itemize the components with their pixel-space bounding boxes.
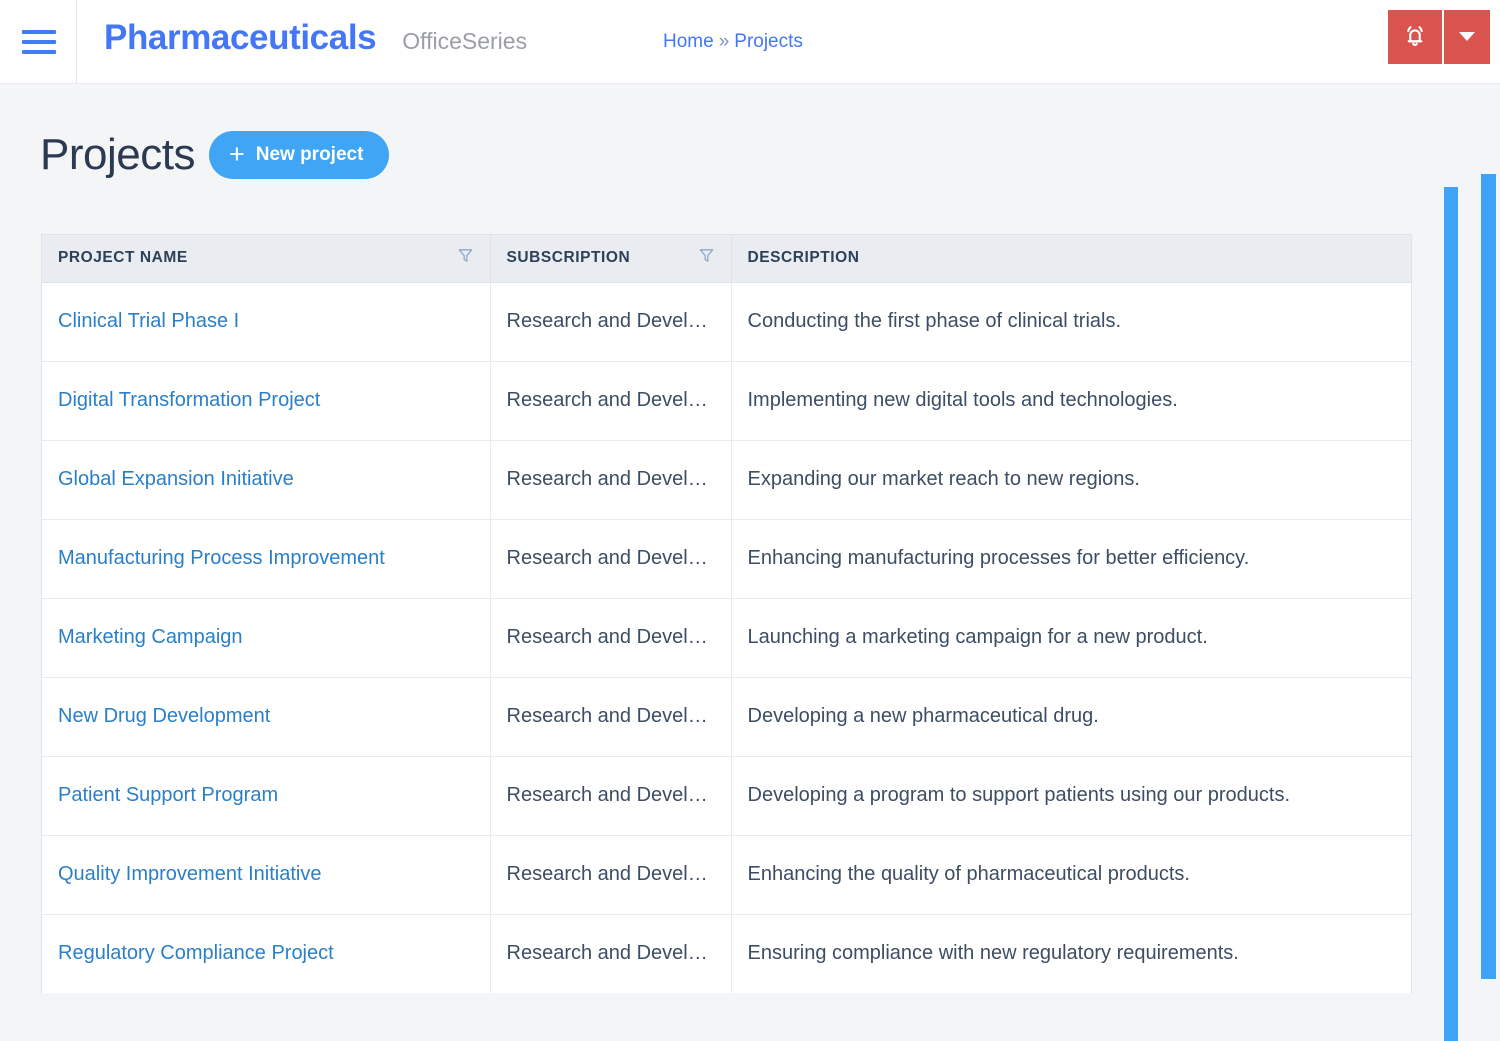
top-bar: Pharmaceuticals OfficeSeries Home » Proj…	[0, 0, 1500, 84]
cell-description: Conducting the first phase of clinical t…	[747, 310, 1122, 332]
project-name-link[interactable]: Regulatory Compliance Project	[58, 942, 334, 964]
inner-vertical-scrollbar[interactable]	[1444, 187, 1458, 1041]
cell-project-name: Quality Improvement Initiative	[42, 835, 491, 914]
page-title: Projects	[40, 130, 195, 179]
hamburger-bar	[22, 30, 56, 34]
table-head: PROJECT NAME SUBSCRIPTION DESCRIPTION	[42, 235, 1411, 282]
cell-project-name: Global Expansion Initiative	[42, 440, 491, 519]
outer-vertical-scrollbar[interactable]	[1481, 174, 1496, 979]
cell-project-name: New Drug Development	[42, 677, 491, 756]
chevron-down-icon	[1457, 29, 1477, 46]
notification-bell-button[interactable]	[1388, 10, 1442, 64]
cell-subscription: Research and Develop…	[490, 914, 732, 993]
project-name-link[interactable]: Clinical Trial Phase I	[58, 310, 239, 332]
project-name-link[interactable]: Marketing Campaign	[58, 626, 243, 648]
cell-description: Launching a marketing campaign for a new…	[747, 626, 1208, 648]
project-name-link[interactable]: Patient Support Program	[58, 784, 278, 806]
table-row: Marketing Campaign Research and Develop… L…	[42, 598, 1411, 677]
hamburger-bar	[22, 50, 56, 54]
topbar-divider	[76, 0, 77, 84]
cell-project-name: Clinical Trial Phase I	[42, 282, 491, 361]
column-header-subscription[interactable]: SUBSCRIPTION	[490, 235, 732, 282]
table-row: New Drug Development Research and Develop…	[42, 677, 1411, 756]
table-row: Quality Improvement Initiative Research a…	[42, 835, 1411, 914]
project-name-link[interactable]: New Drug Development	[58, 705, 270, 727]
column-label: SUBSCRIPTION	[506, 249, 631, 267]
cell-subscription: Research and Develop…	[490, 598, 732, 677]
new-project-button[interactable]: + New project	[208, 131, 390, 179]
column-header-description[interactable]: DESCRIPTION	[731, 235, 1411, 282]
brand: Pharmaceuticals OfficeSeries	[104, 18, 527, 58]
breadcrumb-home[interactable]: Home	[663, 31, 714, 53]
new-project-label: New project	[255, 144, 364, 165]
cell-subscription: Research and Develop…	[490, 519, 732, 598]
breadcrumb: Home » Projects	[663, 31, 803, 53]
cell-description: Implementing new digital tools and techn…	[747, 389, 1178, 411]
table-row: Manufacturing Process Improvement Researc…	[42, 519, 1411, 598]
project-name-link[interactable]: Manufacturing Process Improvement	[58, 547, 385, 569]
table-body: Clinical Trial Phase I Research and Devel…	[42, 282, 1411, 993]
cell-subscription: Research and Develop…	[490, 677, 732, 756]
cell-description: Developing a new pharmaceutical drug.	[747, 705, 1099, 727]
cell-project-name: Marketing Campaign	[42, 598, 491, 677]
projects-table-element: PROJECT NAME SUBSCRIPTION DESCRIPTION Cl…	[42, 235, 1411, 993]
cell-project-name: Manufacturing Process Improvement	[42, 519, 491, 598]
table-row: Patient Support Program Research and Deve…	[42, 756, 1411, 835]
cell-project-name: Regulatory Compliance Project	[42, 914, 491, 993]
hamburger-menu-icon[interactable]	[22, 22, 58, 62]
table-row: Regulatory Compliance Project Research an…	[42, 914, 1411, 993]
cell-subscription: Research and Develop…	[490, 282, 732, 361]
column-header-project-name[interactable]: PROJECT NAME	[42, 235, 491, 282]
funnel-icon-project-name[interactable]	[457, 247, 474, 269]
table-row: Global Expansion Initiative Research and …	[42, 440, 1411, 519]
page-content: Projects + New project PROJECT NAME SUBS…	[0, 84, 1500, 1041]
breadcrumb-separator: »	[718, 31, 730, 52]
cell-description: Ensuring compliance with new regulatory …	[747, 942, 1239, 965]
cell-project-name: Digital Transformation Project	[42, 361, 491, 440]
cell-subscription: Research and Develop…	[490, 756, 732, 835]
bell-icon	[1400, 21, 1430, 54]
page-header: Projects + New project	[40, 130, 390, 180]
table-row: Clinical Trial Phase I Research and Devel…	[42, 282, 1411, 361]
project-name-link[interactable]: Quality Improvement Initiative	[58, 863, 321, 885]
user-dropdown-button[interactable]	[1444, 10, 1490, 64]
cell-description: Enhancing the quality of pharmaceutical …	[747, 863, 1191, 885]
funnel-icon-subscription[interactable]	[698, 247, 715, 269]
cell-subscription: Research and Develop…	[490, 361, 732, 440]
breadcrumb-projects[interactable]: Projects	[734, 31, 803, 53]
cell-description: Expanding our market reach to new region…	[747, 468, 1140, 490]
cell-project-name: Patient Support Program	[42, 756, 491, 835]
project-name-link[interactable]: Digital Transformation Project	[58, 389, 320, 411]
cell-subscription: Research and Develop…	[490, 835, 732, 914]
project-name-link[interactable]: Global Expansion Initiative	[58, 468, 294, 490]
column-label: DESCRIPTION	[747, 249, 860, 267]
topbar-actions	[1388, 10, 1490, 64]
cell-description: Developing a program to support patients…	[747, 784, 1291, 806]
cell-subscription: Research and Develop…	[490, 440, 732, 519]
brand-subtitle: OfficeSeries	[402, 28, 528, 54]
plus-icon: +	[228, 138, 245, 169]
table-header-row: PROJECT NAME SUBSCRIPTION DESCRIPTION	[42, 235, 1411, 282]
projects-table: PROJECT NAME SUBSCRIPTION DESCRIPTION Cl…	[41, 234, 1412, 993]
hamburger-bar	[22, 40, 56, 44]
brand-title[interactable]: Pharmaceuticals	[104, 18, 377, 58]
cell-description: Enhancing manufacturing processes for be…	[747, 547, 1250, 569]
table-row: Digital Transformation Project Research a…	[42, 361, 1411, 440]
column-label: PROJECT NAME	[58, 249, 188, 267]
